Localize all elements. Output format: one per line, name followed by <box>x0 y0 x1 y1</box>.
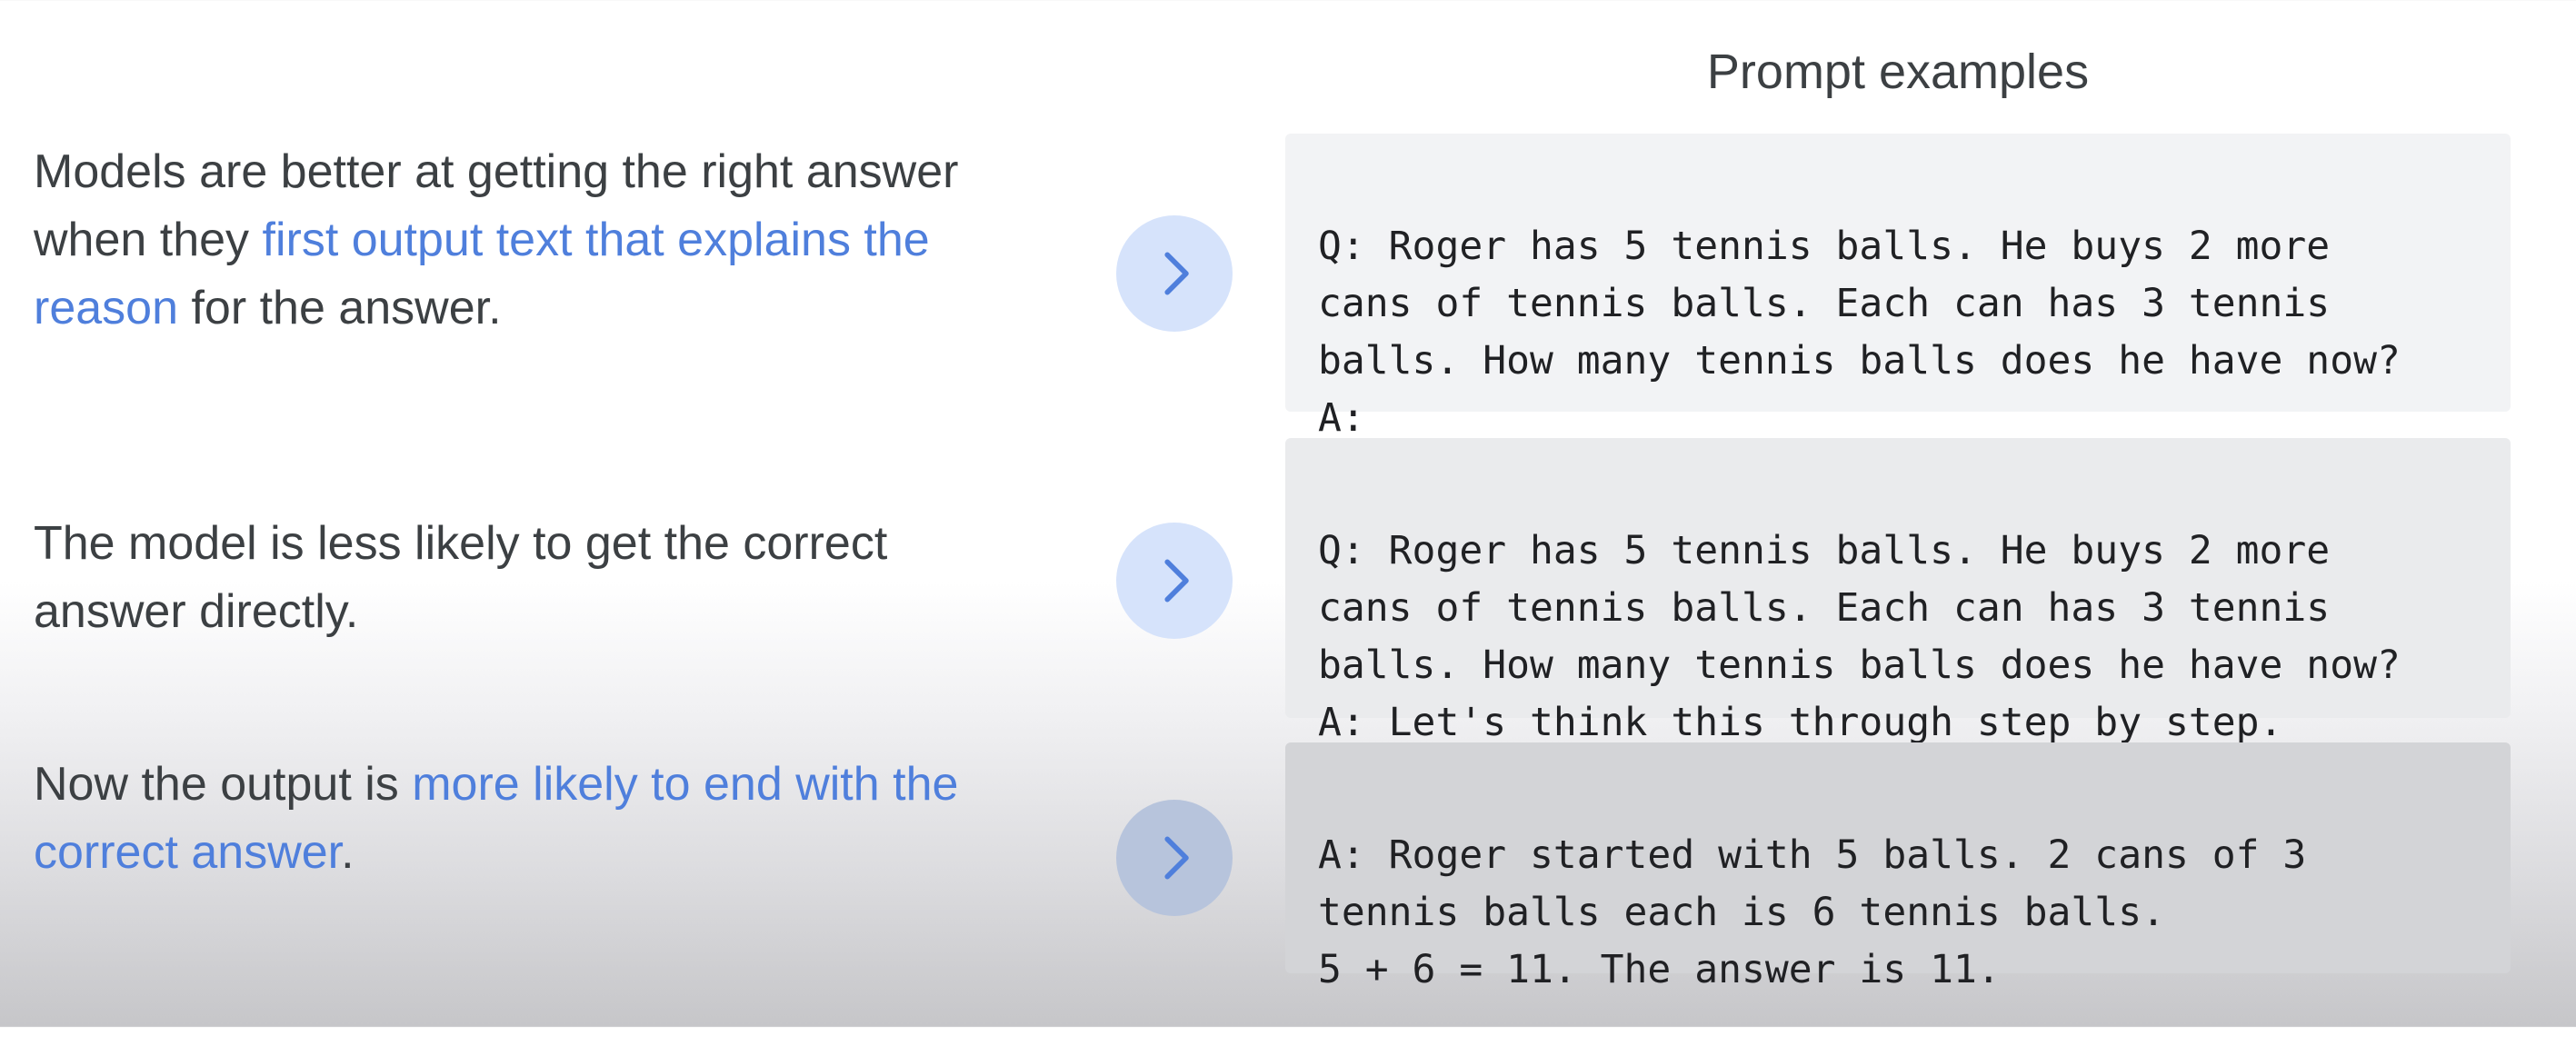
next-arrow-button-1[interactable] <box>1116 215 1233 332</box>
prompt-example-box-1: Q: Roger has 5 tennis balls. He buys 2 m… <box>1285 134 2511 441</box>
explanation-text-3-part: Now the output is <box>34 758 413 811</box>
prompt-examples-heading: Prompt examples <box>1706 45 2090 99</box>
prompt-line: cans of tennis balls. Each can has 3 ten… <box>1318 281 2331 326</box>
chevron-right-icon <box>1164 559 1189 603</box>
prompt-line: Q: Roger has 5 tennis balls. He buys 2 m… <box>1318 528 2331 573</box>
explanation-text-2-part: The model is less likely to get the corr… <box>34 517 888 638</box>
prompt-line: balls. How many tennis balls does he hav… <box>1318 643 2401 688</box>
chevron-right-icon <box>1164 836 1189 880</box>
next-arrow-button-3[interactable] <box>1116 800 1233 916</box>
prompt-example-box-2: Q: Roger has 5 tennis balls. He buys 2 m… <box>1285 438 2511 745</box>
next-arrow-button-2[interactable] <box>1116 523 1233 639</box>
explanation-text-3-part: . <box>341 826 354 879</box>
chevron-right-icon <box>1164 252 1189 295</box>
prompt-example-box-3: A: Roger started with 5 balls. 2 cans of… <box>1285 742 2511 992</box>
explanation-text-2: The model is less likely to get the corr… <box>34 510 1024 646</box>
prompt-line: tennis balls each is 6 tennis balls. <box>1318 890 2165 935</box>
prompt-line: Q: Roger has 5 tennis balls. He buys 2 m… <box>1318 224 2331 269</box>
explanation-text-1: Models are better at getting the right a… <box>34 138 1052 343</box>
prompt-line: balls. How many tennis balls does he hav… <box>1318 338 2401 384</box>
explanation-text-3: Now the output is more likely to end wit… <box>34 751 1024 887</box>
prompt-line: cans of tennis balls. Each can has 3 ten… <box>1318 585 2331 631</box>
prompt-line: A: Roger started with 5 balls. 2 cans of… <box>1318 832 2307 878</box>
explanation-text-1-part: for the answer. <box>178 282 502 334</box>
prompt-line: 5 + 6 = 11. The answer is 11. <box>1318 947 2001 992</box>
